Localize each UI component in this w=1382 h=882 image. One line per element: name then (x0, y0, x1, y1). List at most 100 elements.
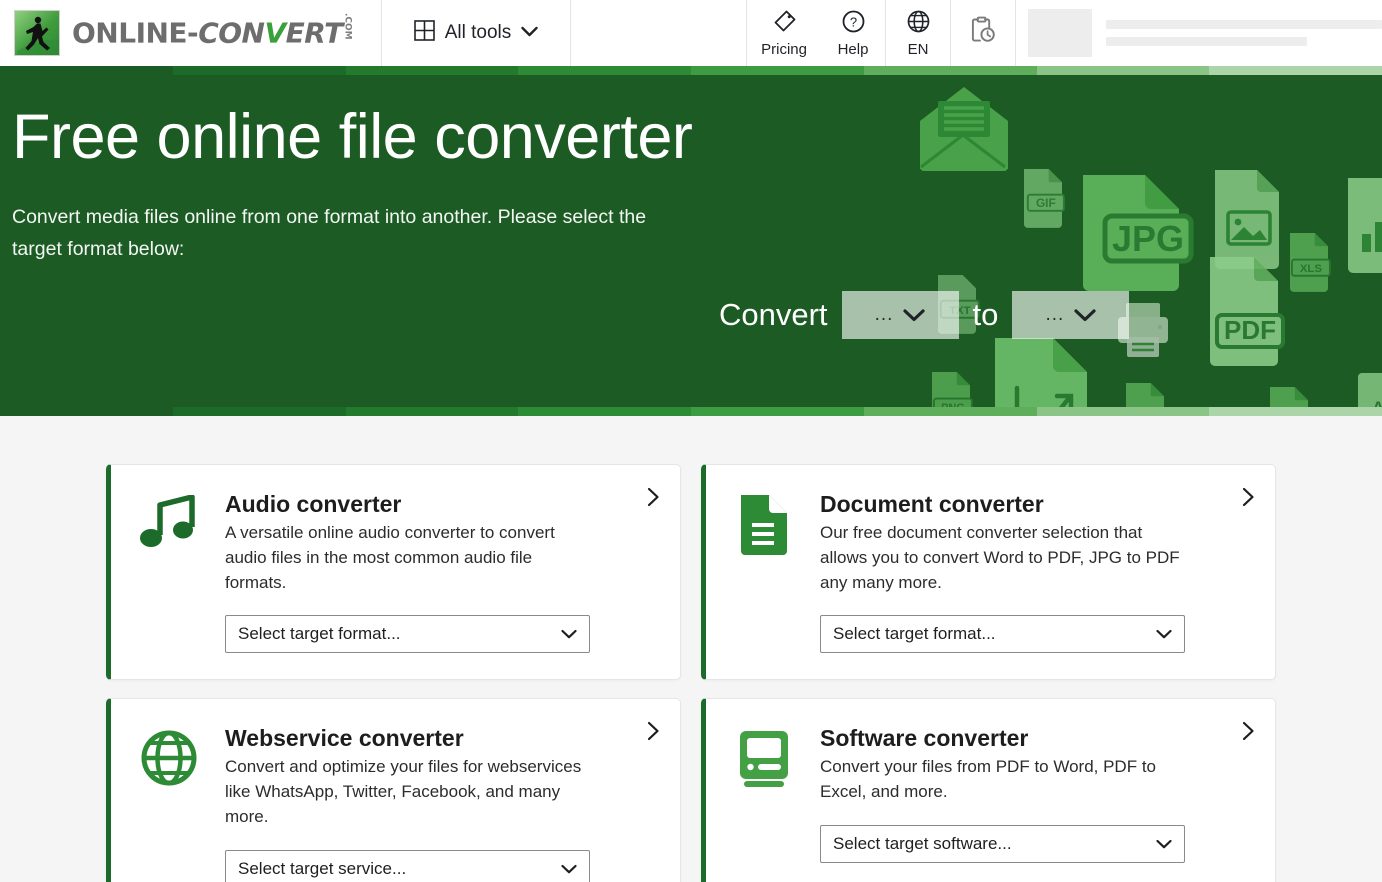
audio-target-format-select[interactable]: Select target format... (225, 615, 590, 654)
monitor-icon (732, 725, 796, 882)
placeholder-line (1106, 20, 1382, 29)
stripe-segment (518, 66, 691, 75)
all-tools-menu[interactable]: All tools (382, 0, 571, 66)
card-body: Audio converter A versatile online audio… (225, 491, 656, 654)
grid-icon (413, 20, 435, 46)
svg-text:?: ? (849, 14, 856, 29)
select-label: Select target software... (833, 834, 1012, 854)
svg-text:Ae: Ae (1372, 398, 1382, 407)
card-description: Our free document converter selection th… (820, 523, 1180, 592)
select-label: Select target service... (238, 858, 407, 878)
logo-text-part2: CON (198, 16, 265, 50)
chevron-down-icon (521, 24, 538, 42)
software-target-software-select[interactable]: Select target software... (820, 825, 1185, 864)
tag-icon (772, 9, 797, 39)
card-software-converter[interactable]: Software converter Convert your files fr… (701, 698, 1276, 882)
svg-text:GIF: GIF (1036, 196, 1056, 210)
clipboard-clock-icon (968, 15, 998, 50)
stripe-segment (1036, 66, 1210, 75)
card-description: Convert your files from PDF to Word, PDF… (820, 757, 1156, 802)
header-ad-placeholder (1016, 0, 1382, 66)
card-document-converter[interactable]: Document converter Our free document con… (701, 464, 1276, 681)
card-title: Software converter (820, 725, 1029, 752)
document-target-format-select[interactable]: Select target format... (820, 615, 1185, 654)
webservice-target-service-select[interactable]: Select target service... (225, 849, 590, 882)
stripe-segment (863, 407, 1037, 416)
chevron-right-icon[interactable] (1242, 487, 1255, 512)
header-actions: Pricing ? Help EN (747, 0, 1016, 66)
convert-target-format-select[interactable]: ... (1012, 291, 1130, 339)
convert-target-value: ... (1045, 304, 1065, 325)
card-body: Webservice converter Convert and optimiz… (225, 725, 656, 882)
hero-banner: GIF JPG XLS PDF TXT Free online file con… (0, 75, 1382, 407)
logo-text-tld: .COM (342, 13, 353, 40)
chevron-right-icon[interactable] (1242, 721, 1255, 746)
page-title: Free online file converter (12, 102, 693, 172)
globe-icon (137, 725, 201, 882)
stripe-segment (518, 407, 691, 416)
logo-text-part3: V (264, 16, 286, 50)
select-label: Select target format... (238, 624, 401, 644)
converter-cards-section: Audio converter A versatile online audio… (0, 416, 1382, 882)
site-header: ONLINE-CONVERT.COM All tools Pricing ? H… (0, 0, 1382, 66)
hero-subtitle: Convert media files online from one form… (12, 206, 647, 261)
svg-text:JPG: JPG (1112, 218, 1184, 259)
hero-text-block: Free online file converter Convert media… (12, 93, 712, 266)
hero-top-stripe-bar (0, 66, 1382, 75)
header-item-pricing[interactable]: Pricing (747, 0, 821, 66)
convert-source-value: ... (874, 304, 894, 325)
logo-wordmark: ONLINE-CONVERT.COM (72, 13, 353, 50)
chevron-down-icon (903, 308, 926, 322)
card-description: Convert and optimize your files for webs… (225, 757, 582, 827)
stripe-segment (1209, 66, 1382, 75)
stripe-segment (172, 66, 346, 75)
placeholder-line (1106, 37, 1308, 46)
stripe-segment (863, 66, 1037, 75)
stripe-segment (1209, 407, 1382, 416)
card-webservice-converter[interactable]: Webservice converter Convert and optimiz… (106, 698, 681, 882)
stripe-segment (345, 66, 519, 75)
card-description: A versatile online audio converter to co… (225, 523, 555, 592)
svg-text:PDF: PDF (1224, 315, 1276, 345)
card-audio-converter[interactable]: Audio converter A versatile online audio… (106, 464, 681, 681)
chevron-down-icon (1074, 308, 1096, 322)
header-item-language-label: EN (907, 40, 929, 58)
running-man-logo-icon (14, 10, 60, 56)
header-item-language[interactable]: EN (886, 0, 950, 66)
card-title: Document converter (820, 491, 1044, 517)
header-item-history[interactable] (951, 0, 1015, 66)
card-title: Webservice converter (225, 725, 464, 752)
svg-text:XLS: XLS (1300, 263, 1323, 275)
header-item-pricing-label: Pricing (761, 40, 807, 58)
convert-to-label: to (972, 297, 999, 332)
document-file-icon (732, 491, 796, 653)
chevron-right-icon[interactable] (647, 487, 660, 512)
card-body: Document converter Our free document con… (820, 491, 1251, 654)
convert-label: Convert (719, 297, 828, 332)
header-spacer (571, 0, 748, 66)
convert-source-format-select[interactable]: ... (841, 291, 959, 339)
svg-text:PNG: PNG (941, 402, 965, 407)
stripe-segment (1036, 407, 1210, 416)
stripe-segment (691, 66, 864, 75)
chevron-down-icon (1156, 834, 1172, 854)
stripe-segment (345, 407, 519, 416)
card-body: Software converter Convert your files fr… (820, 725, 1251, 882)
chevron-right-icon[interactable] (647, 721, 660, 746)
header-item-help-label: Help (837, 40, 869, 58)
placeholder-thumbnail (1028, 9, 1092, 57)
hero-bottom-stripe-bar (0, 407, 1382, 416)
chevron-down-icon (561, 624, 577, 644)
globe-icon (906, 9, 931, 39)
stripe-segment (691, 407, 864, 416)
card-title: Audio converter (225, 491, 402, 517)
question-circle-icon: ? (841, 9, 866, 39)
header-item-help[interactable]: ? Help (821, 0, 885, 66)
hero-convert-widget: Convert ... to ... (719, 291, 1130, 339)
logo-text-part4: ERT (285, 16, 344, 50)
converter-cards-grid: Audio converter A versatile online audio… (106, 464, 1276, 882)
stripe-segment (172, 407, 346, 416)
logo-link[interactable]: ONLINE-CONVERT.COM (0, 0, 382, 66)
chevron-down-icon (1156, 624, 1172, 644)
stripe-segment (0, 66, 173, 75)
